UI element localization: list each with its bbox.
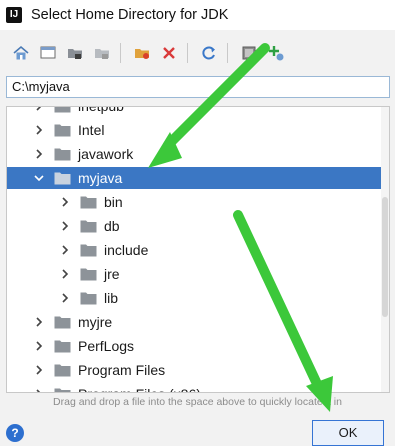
- folder-icon: [54, 363, 71, 377]
- chevron-right-icon[interactable]: [59, 196, 71, 208]
- project-folder-icon[interactable]: [64, 42, 86, 64]
- intellij-app-icon: IJ: [6, 7, 22, 23]
- folder-icon: [80, 195, 97, 209]
- chevron-right-icon[interactable]: [33, 148, 45, 160]
- folder-icon: [54, 387, 71, 392]
- tree-row-perflogs[interactable]: PerfLogs: [7, 335, 383, 357]
- tree-row-bin[interactable]: bin: [7, 191, 383, 213]
- folder-icon: [54, 107, 71, 113]
- tree-row-label: inetpub: [78, 106, 124, 114]
- module-folder-icon[interactable]: [91, 42, 113, 64]
- tree-row-label: lib: [104, 290, 119, 306]
- chevron-right-icon[interactable]: [33, 124, 45, 136]
- toolbar: [0, 36, 395, 70]
- tree-row-label: javawork: [78, 146, 134, 162]
- tree-row-label: myjre: [78, 314, 113, 330]
- ok-button[interactable]: OK: [312, 420, 384, 446]
- tree-row-myjre[interactable]: myjre: [7, 311, 383, 333]
- scrollbar-thumb[interactable]: [382, 197, 388, 317]
- tree-row-label: Program Files: [78, 362, 166, 378]
- show-hidden-icon[interactable]: [238, 42, 260, 64]
- desktop-icon[interactable]: [37, 42, 59, 64]
- chevron-right-icon[interactable]: [59, 244, 71, 256]
- tree-row-label: myjava: [78, 170, 123, 186]
- new-folder-icon[interactable]: [131, 42, 153, 64]
- folder-icon: [80, 267, 97, 281]
- chevron-right-icon[interactable]: [33, 388, 45, 392]
- toolbar-separator: [187, 43, 188, 63]
- tree-row-label: db: [104, 218, 120, 234]
- tree-row-inetpub[interactable]: inetpub: [7, 106, 383, 117]
- tree-row-label: include: [104, 242, 149, 258]
- directory-tree[interactable]: inetpub Intel javawork myjava bin db include jr…: [6, 106, 390, 393]
- refresh-icon[interactable]: [198, 42, 220, 64]
- home-icon[interactable]: [10, 42, 32, 64]
- toolbar-separator: [227, 43, 228, 63]
- toolbar-separator: [120, 43, 121, 63]
- chevron-right-icon[interactable]: [33, 364, 45, 376]
- tree-row-label: Program Files (x86): [78, 386, 201, 392]
- chevron-right-icon[interactable]: [59, 268, 71, 280]
- chevron-right-icon[interactable]: [33, 340, 45, 352]
- add-icon[interactable]: [265, 42, 287, 64]
- chevron-right-icon[interactable]: [33, 316, 45, 328]
- folder-icon: [80, 243, 97, 257]
- tree-row-myjava[interactable]: myjava: [7, 167, 383, 189]
- tree-row-label: PerfLogs: [78, 338, 135, 354]
- tree-scrollbar[interactable]: [381, 107, 389, 392]
- folder-icon: [54, 171, 71, 185]
- title-bar: IJ Select Home Directory for JDK: [0, 0, 395, 30]
- tree-row-label: bin: [104, 194, 123, 210]
- chevron-right-icon[interactable]: [59, 220, 71, 232]
- path-field[interactable]: C:\myjava: [6, 76, 390, 98]
- folder-icon: [54, 315, 71, 329]
- folder-icon: [54, 339, 71, 353]
- tree-row-label: jre: [104, 266, 120, 282]
- folder-icon: [80, 219, 97, 233]
- tree-row-include[interactable]: include: [7, 239, 383, 261]
- chevron-right-icon[interactable]: [33, 107, 45, 112]
- folder-icon: [54, 147, 71, 161]
- delete-icon[interactable]: [158, 42, 180, 64]
- tree-row-program-files[interactable]: Program Files: [7, 359, 383, 381]
- tree-row-jre[interactable]: jre: [7, 263, 383, 285]
- chevron-down-icon[interactable]: [33, 172, 45, 184]
- chevron-right-icon[interactable]: [59, 292, 71, 304]
- tree-row-program-files-x86[interactable]: Program Files (x86): [7, 383, 383, 392]
- folder-icon: [54, 123, 71, 137]
- folder-icon: [80, 291, 97, 305]
- help-button[interactable]: ?: [6, 424, 24, 442]
- tree-row-javawork[interactable]: javawork: [7, 143, 383, 165]
- tree-row-intel[interactable]: Intel: [7, 119, 383, 141]
- tree-row-db[interactable]: db: [7, 215, 383, 237]
- window-title: Select Home Directory for JDK: [31, 7, 229, 23]
- drag-drop-hint: Drag and drop a file into the space abov…: [53, 396, 342, 408]
- tree-row-label: Intel: [78, 122, 105, 138]
- tree-row-lib[interactable]: lib: [7, 287, 383, 309]
